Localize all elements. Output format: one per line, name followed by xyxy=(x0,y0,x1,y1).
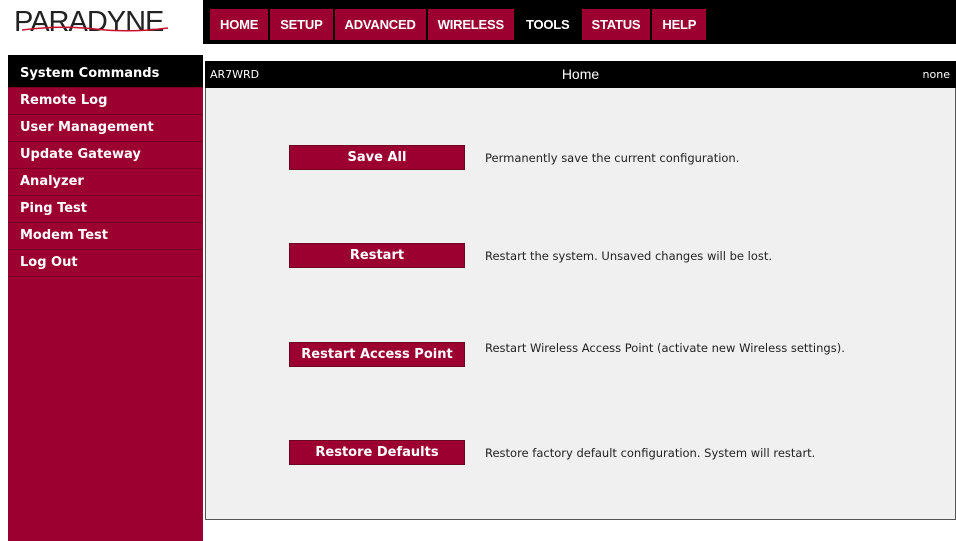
header-divider xyxy=(203,44,956,55)
restore-defaults-description: Restore factory default configuration. S… xyxy=(485,446,816,460)
content-title-bar: AR7WRD Home none xyxy=(205,61,956,88)
sidebar-item-analyzer[interactable]: Analyzer xyxy=(8,169,203,196)
paradyne-logo: PARADYNE xyxy=(0,0,203,44)
save-all-description: Permanently save the current configurati… xyxy=(485,151,740,165)
top-navigation: HOME SETUP ADVANCED WIRELESS TOOLS STATU… xyxy=(203,0,956,44)
sidebar-item-update-gateway[interactable]: Update Gateway xyxy=(8,142,203,169)
system-commands-panel: Save All Permanently save the current co… xyxy=(205,88,956,520)
sidebar: System Commands Remote Log User Manageme… xyxy=(8,61,203,541)
logo-swoosh-icon xyxy=(21,26,169,32)
logo-text: PARADYNE xyxy=(14,6,164,38)
sidebar-item-modem-test[interactable]: Modem Test xyxy=(8,223,203,250)
restore-defaults-button[interactable]: Restore Defaults xyxy=(290,441,464,464)
logo-divider xyxy=(0,44,203,55)
tab-home[interactable]: HOME xyxy=(210,9,269,40)
sidebar-item-remote-log[interactable]: Remote Log xyxy=(8,88,203,115)
sidebar-item-user-management[interactable]: User Management xyxy=(8,115,203,142)
restart-access-point-button[interactable]: Restart Access Point xyxy=(290,343,464,366)
header: PARADYNE HOME SETUP ADVANCED WIRELESS TO… xyxy=(0,0,956,44)
current-user: none xyxy=(922,68,950,81)
save-all-button[interactable]: Save All xyxy=(290,146,464,169)
tab-tools[interactable]: TOOLS xyxy=(515,9,580,40)
tab-status[interactable]: STATUS xyxy=(581,9,651,40)
sidebar-item-log-out[interactable]: Log Out xyxy=(8,250,203,277)
restart-button[interactable]: Restart xyxy=(290,244,464,267)
tab-help[interactable]: HELP xyxy=(652,9,707,40)
tab-wireless[interactable]: WIRELESS xyxy=(427,9,514,40)
restart-access-point-description: Restart Wireless Access Point (activate … xyxy=(485,341,845,355)
page-title: Home xyxy=(561,66,600,82)
sidebar-item-system-commands[interactable]: System Commands xyxy=(8,61,203,88)
tab-setup[interactable]: SETUP xyxy=(270,9,333,40)
restart-description: Restart the system. Unsaved changes will… xyxy=(485,249,773,263)
tab-advanced[interactable]: ADVANCED xyxy=(334,9,426,40)
sidebar-item-ping-test[interactable]: Ping Test xyxy=(8,196,203,223)
